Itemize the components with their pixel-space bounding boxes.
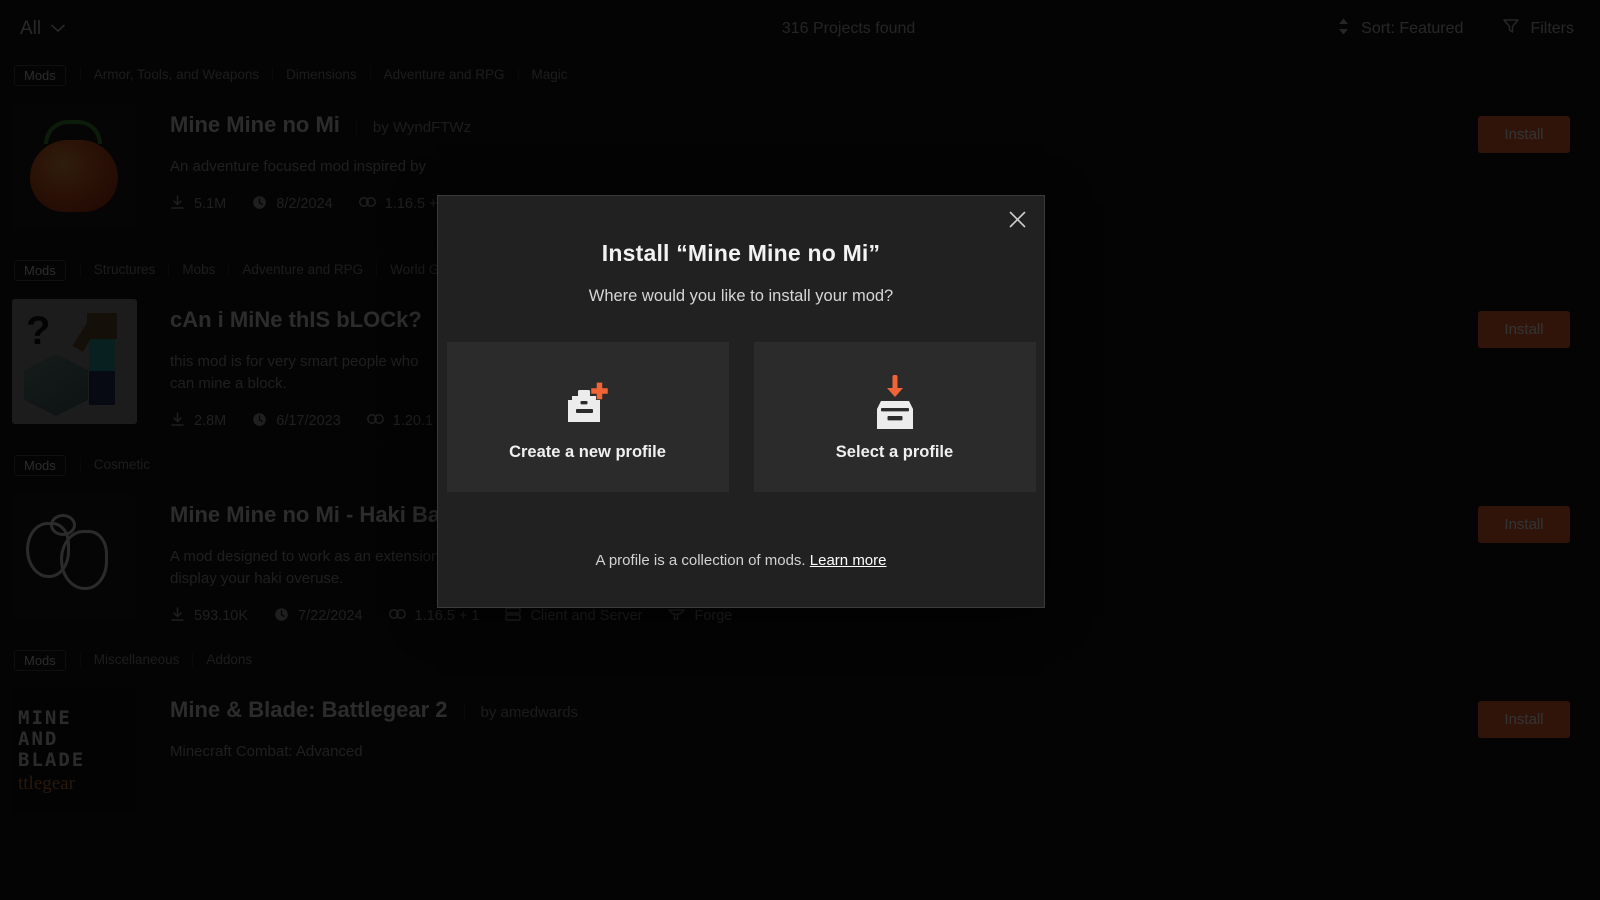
select-profile-option[interactable]: Select a profile [753, 342, 1036, 492]
option-label: Create a new profile [509, 442, 666, 461]
modal-subtitle: Where would you like to install your mod… [588, 287, 894, 305]
select-profile-box-download-icon [869, 373, 921, 435]
install-modal: Install “Mine Mine no Mi” Where would yo… [437, 195, 1045, 608]
app-root: All 316 Projects found Sort: Featured [0, 0, 1600, 900]
footer-text: A profile is a collection of mods. [595, 552, 806, 569]
install-options: Create a new profile Select a profile [438, 342, 1044, 492]
modal-title: Install “Mine Mine no Mi” [601, 240, 881, 266]
new-profile-box-plus-icon [562, 373, 614, 435]
create-new-profile-option[interactable]: Create a new profile [446, 342, 729, 492]
modal-footer: A profile is a collection of mods. Learn… [438, 552, 1044, 569]
learn-more-link[interactable]: Learn more [810, 552, 887, 569]
close-icon[interactable] [1002, 204, 1032, 234]
option-label: Select a profile [835, 442, 954, 461]
